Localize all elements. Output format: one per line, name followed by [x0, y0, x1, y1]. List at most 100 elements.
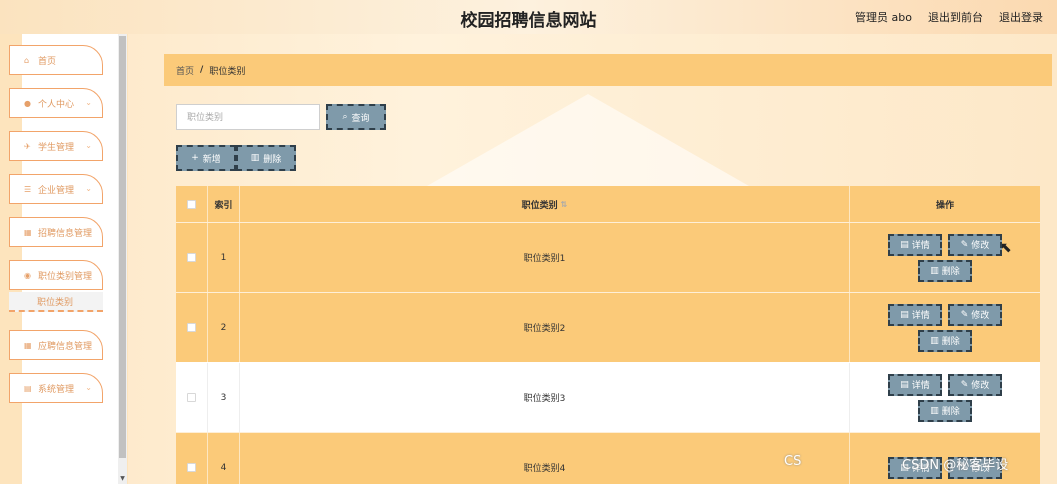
sidebar-item-label: 企业管理	[38, 185, 75, 196]
edit-icon: ✎	[960, 379, 969, 390]
row-checkbox[interactable]	[187, 323, 196, 332]
breadcrumb-separator: /	[200, 65, 204, 75]
trash-icon: ▥	[930, 265, 939, 276]
search-icon: ⌕	[342, 112, 348, 122]
chevron-down-icon: ⌄	[85, 141, 92, 150]
watermark-fragment: CS	[784, 454, 802, 469]
chevron-down-icon: ⌄	[85, 184, 92, 193]
back-to-front-link[interactable]: 退出到前台	[928, 9, 983, 25]
student-icon: ✈	[24, 141, 31, 151]
row-index: 3	[208, 363, 240, 432]
detail-label: 详情	[911, 311, 930, 321]
trash-icon: ▥	[930, 335, 939, 346]
scrollbar-thumb[interactable]	[119, 36, 126, 458]
sidebar-item-job-category[interactable]: ◉ 职位类别管理 ⌄	[9, 260, 103, 290]
row-ops: ▤ 详情 ✎ 修改 ▥ 删除	[850, 293, 1040, 362]
scroll-down-icon[interactable]: ▼	[119, 475, 126, 482]
delete-label: 删除	[941, 407, 960, 417]
edit-label: 修改	[971, 241, 990, 251]
delete-button[interactable]: ▥ 删除	[918, 329, 972, 352]
edit-button[interactable]: ✎ 修改	[948, 233, 1002, 256]
sidebar-item-label: 应聘信息管理	[38, 341, 93, 352]
batch-delete-button[interactable]: ▥ 删除	[236, 145, 296, 171]
table-row: 1 职位类别1 ▤ 详情 ✎ 修改 ▥ 删除	[176, 222, 1040, 292]
admin-label: 管理员 abo	[855, 11, 912, 24]
settings-icon: ▤	[24, 383, 32, 393]
header-name[interactable]: 职位类别 ⇅	[240, 186, 850, 222]
row-checkbox[interactable]	[187, 253, 196, 262]
location-icon: ◉	[24, 270, 31, 280]
detail-icon: ▤	[900, 239, 909, 250]
sidebar-subitem-job-category[interactable]: 职位类别	[9, 292, 103, 312]
sidebar-item-system[interactable]: ▤ 系统管理 ⌄	[9, 373, 103, 403]
edit-label: 修改	[971, 311, 990, 321]
row-index: 2	[208, 293, 240, 362]
search-button[interactable]: ⌕ 查询	[326, 104, 386, 130]
edit-button[interactable]: ✎ 修改	[948, 303, 1002, 326]
chevron-down-icon: ⌄	[85, 270, 92, 279]
edit-label: 修改	[971, 381, 990, 391]
sidebar-item-home[interactable]: ⌂ 首页	[9, 45, 103, 75]
detail-button[interactable]: ▤ 详情	[888, 303, 942, 326]
user-icon: ●	[24, 98, 31, 108]
delete-button[interactable]: ▥ 删除	[918, 259, 972, 282]
row-index: 1	[208, 223, 240, 292]
edit-button[interactable]: ✎ 修改	[948, 373, 1002, 396]
row-ops: ▤ 详情 ✎ 修改 ▥ 删除	[850, 223, 1040, 292]
edit-icon: ✎	[960, 309, 969, 320]
row-name: 职位类别1	[240, 223, 850, 292]
detail-button[interactable]: ▤ 详情	[888, 373, 942, 396]
trash-icon: ▥	[930, 405, 939, 416]
row-checkbox-cell	[176, 363, 208, 432]
grid-icon: ▦	[24, 340, 32, 350]
row-checkbox-cell	[176, 433, 208, 484]
row-checkbox-cell	[176, 293, 208, 362]
row-name: 职位类别3	[240, 363, 850, 432]
mouse-cursor-icon: ⬉	[1000, 240, 1012, 256]
detail-label: 详情	[911, 381, 930, 391]
watermark: CSDN @秘客毕设	[902, 458, 1009, 473]
edit-icon: ✎	[960, 239, 969, 250]
table-header: 索引 职位类别 ⇅ 操作	[176, 186, 1040, 222]
sidebar-scrollbar[interactable]: ▼	[118, 34, 127, 484]
select-all-checkbox[interactable]	[187, 199, 196, 209]
row-ops: ▤ 详情 ✎ 修改 ▥ 删除	[850, 363, 1040, 432]
company-icon: ☰	[24, 184, 32, 194]
header-ops: 操作	[935, 200, 954, 211]
sidebar-item-applications[interactable]: ▦ 应聘信息管理 ⌄	[9, 330, 103, 360]
sidebar-item-label: 招聘信息管理	[38, 228, 93, 239]
sidebar-item-label: 个人中心	[38, 99, 75, 110]
search-input[interactable]	[176, 104, 320, 130]
row-checkbox-cell	[176, 223, 208, 292]
header-index: 索引	[208, 186, 240, 222]
sidebar-item-label: 职位类别管理	[38, 271, 93, 282]
logout-link[interactable]: 退出登录	[999, 9, 1043, 25]
sidebar-item-label: 系统管理	[38, 384, 75, 395]
delete-button[interactable]: ▥ 删除	[918, 399, 972, 422]
sidebar-item-recruitment[interactable]: ▦ 招聘信息管理 ⌄	[9, 217, 103, 247]
detail-button[interactable]: ▤ 详情	[888, 233, 942, 256]
home-icon: ⌂	[24, 55, 30, 65]
breadcrumb-home[interactable]: 首页	[176, 64, 194, 77]
row-index: 4	[208, 433, 240, 484]
chevron-down-icon: ⌄	[85, 98, 92, 107]
row-checkbox[interactable]	[187, 463, 196, 472]
sidebar-item-students[interactable]: ✈ 学生管理 ⌄	[9, 131, 103, 161]
detail-label: 详情	[911, 241, 930, 251]
sidebar-item-companies[interactable]: ☰ 企业管理 ⌄	[9, 174, 103, 204]
row-checkbox[interactable]	[187, 393, 196, 402]
row-name: 职位类别2	[240, 293, 850, 362]
sidebar-item-personal-center[interactable]: ● 个人中心 ⌄	[9, 88, 103, 118]
sort-icon[interactable]: ⇅	[561, 200, 568, 209]
table-row: 2 职位类别2 ▤ 详情 ✎ 修改 ▥ 删除	[176, 292, 1040, 362]
top-bar: 校园招聘信息网站 管理员 abo 退出到前台 退出登录	[0, 0, 1057, 34]
detail-icon: ▤	[900, 309, 909, 320]
top-right-links: 管理员 abo 退出到前台 退出登录	[855, 9, 1043, 25]
delete-label: 删除	[941, 267, 960, 277]
sidebar-item-label: 首页	[38, 56, 57, 67]
chevron-down-icon: ⌄	[85, 383, 92, 392]
row-name: 职位类别4	[240, 433, 850, 484]
add-button[interactable]: + 新增	[176, 145, 236, 171]
delete-button-label: 删除	[263, 154, 282, 165]
trash-icon: ▥	[250, 153, 260, 163]
